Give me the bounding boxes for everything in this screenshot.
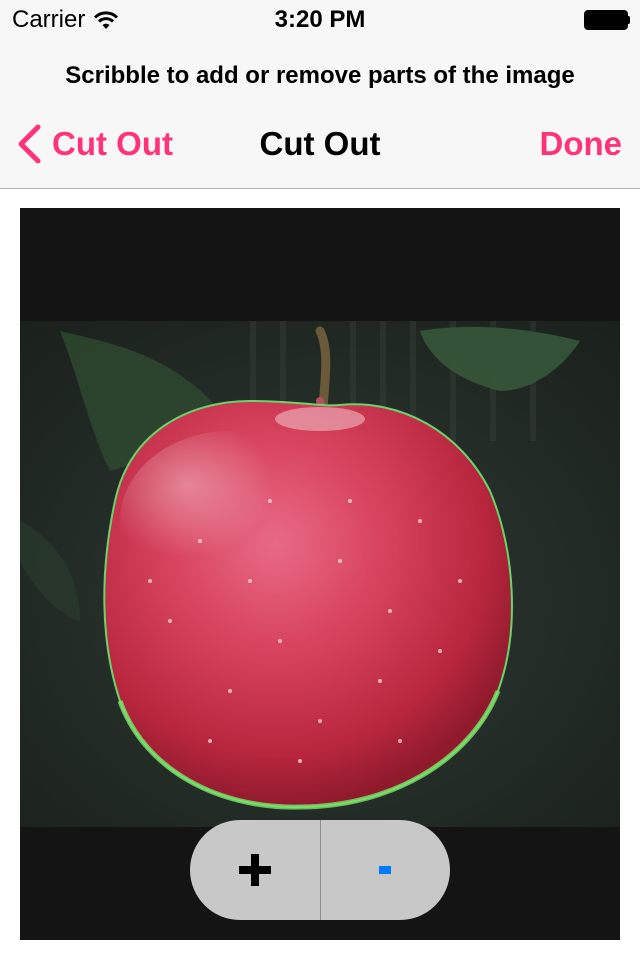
plus-icon (238, 854, 271, 886)
minus-icon (379, 866, 392, 874)
instruction-text: Scribble to add or remove parts of the i… (65, 62, 575, 89)
brush-mode-toggle[interactable] (190, 820, 450, 920)
remove-brush-button[interactable] (321, 820, 451, 920)
apple-photo[interactable] (20, 321, 620, 827)
status-time: 3:20 PM (274, 6, 366, 33)
navigation-bar: Scribble to add or remove parts of the i… (0, 40, 640, 189)
battery-icon (584, 10, 630, 30)
done-button[interactable]: Done (540, 125, 623, 163)
add-brush-button[interactable] (190, 820, 320, 920)
status-bar: Carrier 3:20 PM (0, 0, 640, 40)
